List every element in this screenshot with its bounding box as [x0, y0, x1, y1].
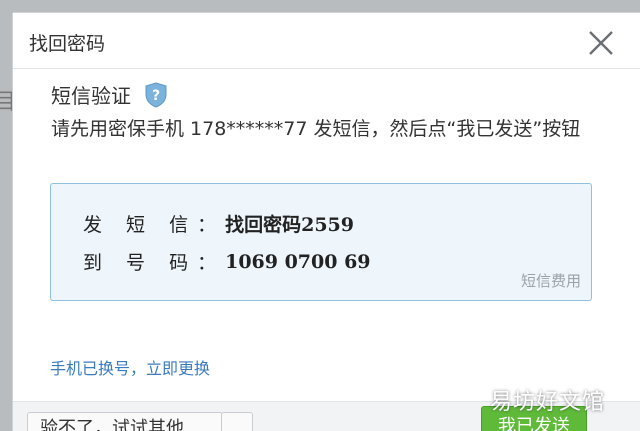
try-other-methods-button[interactable]: 验不了，试试其他 [27, 412, 223, 431]
target-number-value: 1069 0700 69 [225, 250, 371, 273]
sms-fee-link[interactable]: 短信费用 [521, 270, 581, 291]
send-content-label: 发 短 信： [83, 214, 226, 236]
dialog-titlebar: 找回密码 [13, 13, 640, 69]
sms-heading-label: 短信验证 [51, 84, 131, 108]
sms-info-box: 发 短 信： 找回密码2559 到 号 码： 1069 0700 69 短信费用 [50, 183, 592, 301]
change-phone-link[interactable]: 手机已换号，立即更换 [50, 355, 210, 379]
close-button[interactable] [585, 27, 617, 59]
shield-question-icon: ? [145, 81, 167, 108]
send-content-value: 找回密码2559 [225, 214, 354, 236]
close-icon[interactable] [585, 27, 617, 59]
sms-verification-heading: 短信验证 ? [51, 80, 167, 109]
svg-text:?: ? [152, 88, 160, 104]
retrieve-password-dialog: 找回密码 短信验证 ? 请先用密保手机 178******77 发短信，然后点“… [12, 12, 640, 431]
dialog-title: 找回密码 [29, 33, 106, 55]
instruction-text: 请先用密保手机 178******77 发短信，然后点“我已发送”按钮 [51, 118, 581, 140]
target-number-label: 到 号 码： [83, 252, 226, 274]
send-content-row: 发 短 信： 找回密码2559 [83, 210, 354, 237]
target-number-row: 到 号 码： 1069 0700 69 [83, 248, 371, 275]
other-methods-dropdown[interactable] [221, 412, 253, 431]
watermark: 易坊好文馆 [490, 390, 606, 415]
